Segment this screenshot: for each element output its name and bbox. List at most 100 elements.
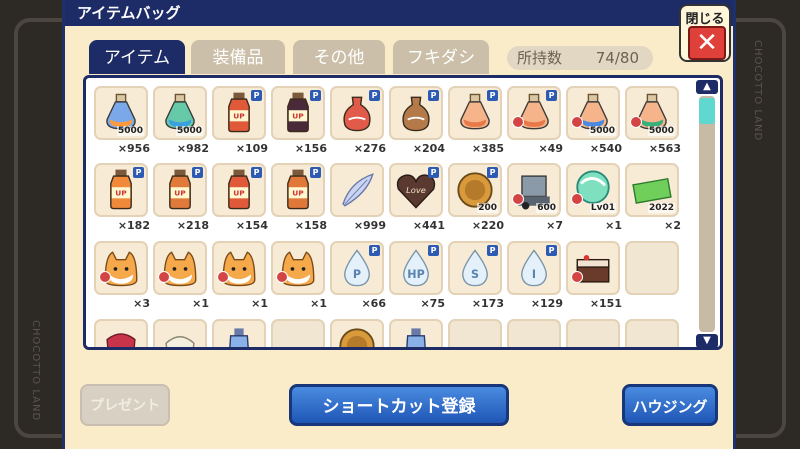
item-slot[interactable] — [153, 319, 207, 347]
empty-item-slot[interactable] — [507, 319, 561, 347]
item-value: 5000 — [647, 126, 675, 136]
p-badge-icon: P — [428, 167, 439, 178]
item-quantity: ×1 — [251, 297, 268, 310]
item-slot[interactable] — [330, 163, 384, 217]
item-slot[interactable]: 5000 — [566, 86, 620, 140]
scroll-track[interactable] — [699, 96, 715, 332]
p-badge-icon: P — [546, 245, 557, 256]
empty-item-slot[interactable] — [566, 319, 620, 347]
item-slot[interactable]: UP P — [212, 86, 266, 140]
item-quantity: ×540 — [589, 142, 622, 155]
item-slot[interactable]: P — [389, 86, 443, 140]
item-slot[interactable]: 5000 — [153, 86, 207, 140]
scroll-up-icon[interactable]: ▲ — [696, 80, 718, 94]
empty-item-slot[interactable] — [271, 319, 325, 347]
item-slot[interactable]: PP — [330, 241, 384, 295]
item-slot[interactable]: 5000 — [94, 86, 148, 140]
item-slot[interactable]: UP P — [271, 86, 325, 140]
close-button[interactable]: 閉じる ✕ — [679, 4, 731, 62]
item-quantity: ×982 — [176, 142, 209, 155]
item-quantity: ×276 — [353, 142, 386, 155]
item-value: Lv01 — [589, 203, 616, 213]
item-slot[interactable] — [212, 319, 266, 347]
p-badge-icon: P — [428, 90, 439, 101]
item-slot[interactable]: IP — [507, 241, 561, 295]
item-slot[interactable] — [153, 241, 207, 295]
item-quantity: ×956 — [117, 142, 150, 155]
empty-item-slot[interactable] — [625, 319, 679, 347]
close-button-label: 閉じる — [685, 12, 725, 27]
item-slot[interactable]: SP — [448, 241, 502, 295]
cat-bun-icon — [155, 243, 205, 293]
present-button[interactable]: プレゼント — [80, 384, 170, 426]
minus-badge-icon — [158, 271, 170, 283]
item-slot[interactable]: 5000 — [625, 86, 679, 140]
minus-badge-icon — [217, 271, 229, 283]
svg-text:Love: Love — [406, 185, 426, 195]
p-badge-icon: P — [133, 167, 144, 178]
item-slot[interactable]: P 200 — [448, 163, 502, 217]
item-slot[interactable]: 600 — [507, 163, 561, 217]
item-value: 5000 — [588, 126, 616, 136]
item-quantity: ×156 — [294, 142, 327, 155]
scroll-down-icon[interactable]: ▼ — [696, 334, 718, 348]
item-slot[interactable]: UP P — [271, 163, 325, 217]
red-bag-icon — [96, 321, 146, 347]
item-quantity: ×220 — [471, 219, 504, 232]
item-slot[interactable] — [389, 319, 443, 347]
tab-items[interactable]: アイテム — [89, 40, 185, 74]
tab-equipment[interactable]: 装備品 — [191, 40, 285, 74]
p-badge-icon: P — [310, 90, 321, 101]
item-quantity: ×1 — [192, 297, 209, 310]
svg-text:UP: UP — [292, 112, 304, 121]
svg-text:UP: UP — [233, 112, 245, 121]
housing-button[interactable]: ハウジング — [622, 384, 718, 426]
tab-speech-bubbles[interactable]: フキダシ — [393, 40, 489, 74]
scroll-thumb[interactable] — [699, 98, 715, 124]
item-value: 5000 — [116, 126, 144, 136]
item-quantity: ×49 — [538, 142, 563, 155]
item-slot[interactable]: Lv01 — [566, 163, 620, 217]
item-grid-scrollbar[interactable]: ▲ ▼ — [696, 80, 718, 348]
item-quantity: ×158 — [294, 219, 327, 232]
svg-text:I: I — [532, 268, 536, 281]
possession-value: 74/80 — [595, 49, 639, 67]
item-quantity: ×999 — [353, 219, 386, 232]
item-slot[interactable]: HP P — [389, 241, 443, 295]
item-quantity: ×109 — [235, 142, 268, 155]
item-slot[interactable]: P — [507, 86, 561, 140]
item-slot[interactable] — [212, 241, 266, 295]
minus-badge-icon — [99, 271, 111, 283]
shortcut-register-button[interactable]: ショートカット登録 — [289, 384, 509, 426]
window-title: アイテムバッグ — [65, 0, 733, 26]
item-quantity: ×173 — [471, 297, 504, 310]
close-x-icon: ✕ — [688, 26, 726, 60]
empty-item-slot[interactable] — [625, 241, 679, 295]
cat-bun-icon — [273, 243, 323, 293]
item-slot[interactable] — [94, 241, 148, 295]
item-grid: 5000 ×956 5000 ×982 UP P ×109 UP P ×156 P ×276 P ×204… — [83, 75, 723, 350]
svg-text:UP: UP — [115, 189, 127, 198]
empty-item-slot[interactable] — [448, 319, 502, 347]
item-slot[interactable]: UP P — [212, 163, 266, 217]
item-slot[interactable]: 2022 — [625, 163, 679, 217]
item-slot[interactable] — [271, 241, 325, 295]
cake-icon — [568, 243, 618, 293]
item-quantity: ×66 — [361, 297, 386, 310]
possession-label: 所持数 — [517, 49, 563, 67]
item-slot[interactable] — [566, 241, 620, 295]
item-slot[interactable]: UP P — [153, 163, 207, 217]
item-slot[interactable] — [94, 319, 148, 347]
svg-text:P: P — [353, 268, 361, 281]
minus-badge-icon — [276, 271, 288, 283]
item-slot[interactable]: P — [448, 86, 502, 140]
p-badge-icon: P — [487, 245, 498, 256]
item-slot[interactable]: P — [330, 86, 384, 140]
svg-text:S: S — [471, 268, 479, 281]
item-quantity: ×129 — [530, 297, 563, 310]
item-slot[interactable]: Love P — [389, 163, 443, 217]
item-slot[interactable] — [330, 319, 384, 347]
item-slot[interactable]: UP P — [94, 163, 148, 217]
item-value: 200 — [477, 203, 498, 213]
tab-other[interactable]: その他 — [293, 40, 385, 74]
